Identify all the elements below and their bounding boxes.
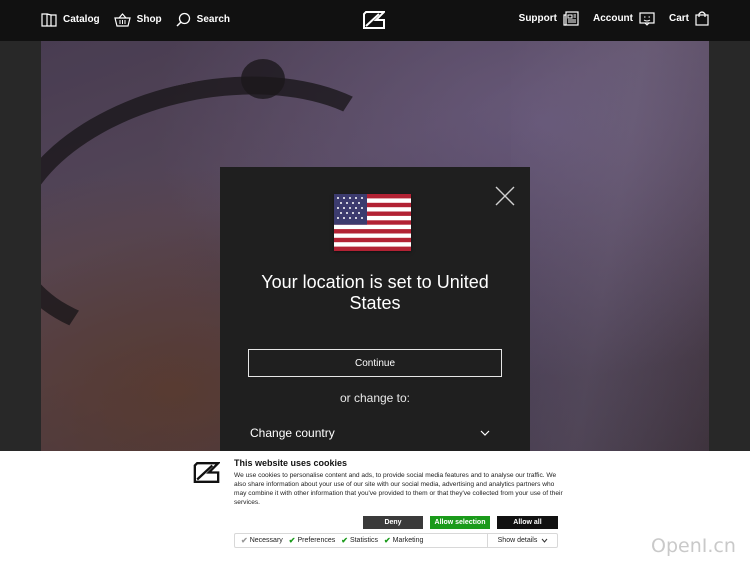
search-icon — [176, 12, 190, 27]
consent-marketing-checkbox[interactable]: ✔ Marketing — [384, 536, 423, 545]
basket-icon — [113, 12, 131, 27]
chevron-down-icon — [541, 538, 548, 543]
checkmark-icon: ✔ — [383, 536, 391, 545]
close-icon[interactable] — [494, 185, 516, 207]
newspaper-icon — [563, 11, 579, 26]
nav-left-group: Catalog Shop Search — [41, 12, 230, 27]
cookie-description: We use cookies to personalise content an… — [234, 472, 563, 506]
cookie-title: This website uses cookies — [234, 458, 348, 468]
or-change-label: or change to: — [339, 391, 411, 405]
nav-search[interactable]: Search — [176, 12, 230, 27]
change-country-dropdown[interactable]: Change country — [250, 423, 490, 443]
brand-logo-icon[interactable] — [363, 11, 385, 29]
checkmark-icon: ✔ — [288, 536, 296, 545]
nav-shop-label: Shop — [136, 14, 162, 25]
show-details-button[interactable]: Show details — [487, 534, 558, 547]
nav-catalog[interactable]: Catalog — [41, 12, 100, 27]
cookie-consent-banner: This website uses cookies We use cookies… — [0, 451, 750, 562]
nav-account-label: Account — [592, 13, 633, 24]
consent-statistics-checkbox[interactable]: ✔ Statistics — [341, 536, 378, 545]
allow-selection-button[interactable]: Allow selection — [430, 516, 490, 529]
nav-support-label: Support — [518, 13, 557, 24]
brand-logo-icon — [193, 462, 220, 483]
nav-support[interactable]: Support — [519, 11, 579, 26]
book-icon — [41, 12, 57, 27]
consent-options-row: ✔ Necessary ✔ Preferences ✔ Statistics ✔… — [234, 533, 558, 548]
allow-all-button[interactable]: Allow all — [497, 516, 558, 529]
nav-search-label: Search — [196, 14, 231, 25]
checkmark-icon: ✔ — [241, 536, 248, 545]
top-navigation-bar: Catalog Shop Search Support Account Cart — [0, 0, 750, 41]
show-details-label: Show details — [497, 537, 538, 544]
consent-preferences-checkbox[interactable]: ✔ Preferences — [289, 536, 335, 545]
checkmark-icon: ✔ — [341, 536, 348, 545]
nav-cart-label: Cart — [668, 13, 689, 24]
continue-button[interactable]: Continue — [248, 349, 502, 377]
consent-statistics-label: Statistics — [349, 537, 378, 544]
consent-preferences-label: Preferences — [297, 537, 336, 544]
deny-button[interactable]: Deny — [363, 516, 423, 529]
nav-cart[interactable]: Cart — [669, 11, 709, 26]
account-icon — [639, 11, 655, 26]
location-modal: Your location is set to United States Co… — [220, 167, 530, 451]
chevron-down-icon — [480, 430, 490, 436]
us-flag-icon — [334, 194, 411, 251]
consent-marketing-label: Marketing — [392, 537, 424, 544]
nav-account[interactable]: Account — [593, 11, 655, 26]
nav-catalog-label: Catalog — [63, 14, 100, 25]
watermark-text: OpenI.cn — [651, 535, 736, 557]
location-title: Your location is set to United States — [261, 272, 489, 313]
nav-right-group: Support Account Cart — [519, 11, 709, 26]
consent-necessary-label: Necessary — [249, 537, 283, 544]
bag-icon — [695, 11, 709, 26]
nav-shop[interactable]: Shop — [113, 12, 162, 27]
consent-necessary-checkbox: ✔ Necessary — [241, 536, 283, 545]
change-country-label: Change country — [250, 426, 335, 440]
